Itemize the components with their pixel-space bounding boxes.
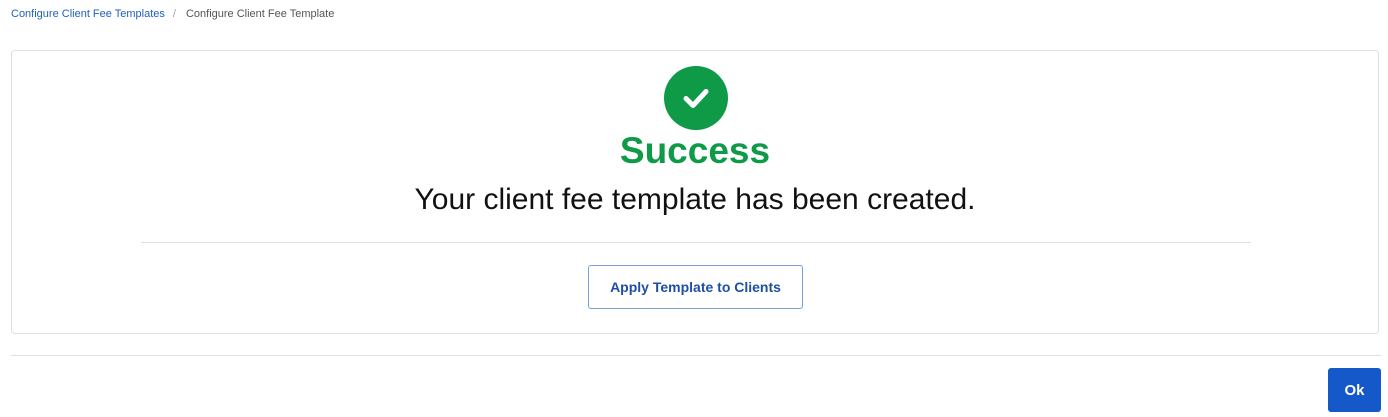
apply-template-to-clients-button[interactable]: Apply Template to Clients <box>588 265 803 309</box>
breadcrumb-current-page: Configure Client Fee Template <box>185 8 335 20</box>
check-circle-icon <box>664 66 728 130</box>
breadcrumb-link-client-fee-templates[interactable]: Configure Client Fee Templates <box>11 7 165 21</box>
breadcrumb: Configure Client Fee Templates / Configu… <box>11 7 334 21</box>
success-title: Success <box>619 130 771 171</box>
success-message: Your client fee template has been create… <box>414 183 976 216</box>
ok-button[interactable]: Ok <box>1328 368 1381 412</box>
breadcrumb-separator: / <box>172 8 176 20</box>
success-card: Success Your client fee template has bee… <box>11 50 1379 334</box>
footer-divider <box>11 355 1381 356</box>
card-divider <box>141 242 1251 243</box>
